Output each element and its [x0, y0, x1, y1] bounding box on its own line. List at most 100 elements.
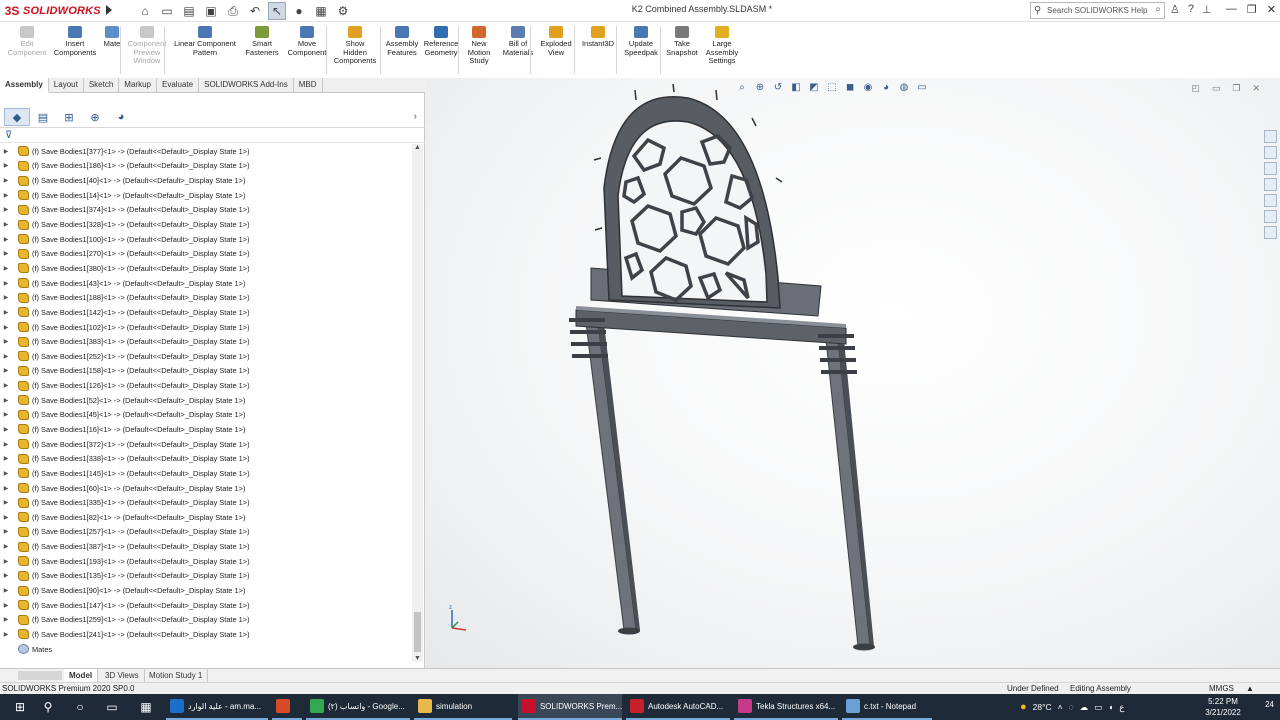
expand-arrow-icon[interactable]: ▶	[0, 148, 12, 155]
taskbar-app-1[interactable]	[272, 694, 302, 720]
command-tab-1[interactable]: Layout	[49, 78, 84, 93]
expand-arrow-icon[interactable]: ▶	[0, 485, 12, 492]
network-icon[interactable]: ◌	[1069, 702, 1074, 712]
tree-item[interactable]: ▶ (f) Save Bodies1[328]<1> -> (Default<<D…	[0, 217, 411, 232]
tray-expand-icon[interactable]: ˄	[1058, 702, 1063, 712]
tree-item[interactable]: ▶ (f) Save Bodies1[259]<1> -> (Default<<D…	[0, 613, 411, 628]
command-tab-3[interactable]: Markup	[119, 78, 157, 93]
tree-item[interactable]: ▶ (f) Save Bodies1[45]<1> -> (Default<<De…	[0, 408, 411, 423]
command-tab-4[interactable]: Evaluate	[157, 78, 200, 93]
expand-arrow-icon[interactable]: ▶	[0, 338, 12, 345]
units-arrow-icon[interactable]: ▲	[1246, 684, 1254, 693]
expand-arrow-icon[interactable]: ▶	[0, 602, 12, 609]
expand-arrow-icon[interactable]: ▶	[0, 206, 12, 213]
restore-icon[interactable]: ❐	[1247, 3, 1257, 16]
taskbar-app-0[interactable]: علية الوارد - am.ma...	[166, 694, 268, 720]
expand-arrow-icon[interactable]: ▶	[0, 411, 12, 418]
expand-arrow-icon[interactable]: ▶	[0, 470, 12, 477]
help-icon[interactable]: ?	[1188, 3, 1194, 16]
tree-item[interactable]: ▶ (f) Save Bodies1[147]<1> -> (Default<<D…	[0, 598, 411, 613]
pin-icon[interactable]: ⊥	[1202, 3, 1212, 16]
tree-item[interactable]: ▶ (f) Save Bodies1[60]<1> -> (Default<<De…	[0, 481, 411, 496]
expand-arrow-icon[interactable]: ▶	[0, 250, 12, 257]
tree-item[interactable]: ▶ (f) Save Bodies1[158]<1> -> (Default<<D…	[0, 364, 411, 379]
expand-arrow-icon[interactable]: ▶	[0, 616, 12, 623]
tree-item[interactable]: ▶ (f) Save Bodies1[383]<1> -> (Default<<D…	[0, 334, 411, 349]
bottom-tab-1[interactable]: 3D Views	[100, 669, 145, 682]
tree-item[interactable]: ▶ (f) Save Bodies1[338]<1> -> (Default<<D…	[0, 451, 411, 466]
tree-item[interactable]: ▶ (f) Save Bodies1[90]<1> -> (Default<<De…	[0, 583, 411, 598]
graphics-area[interactable]: ⌕ ⊕ ↺ ◧ ◩ ⬚ ◼ ◉ ◕ ◍ ▭ ◰ ▭ ❐ ✕ z	[426, 78, 1280, 668]
units-selector[interactable]: MMGS	[1209, 684, 1234, 693]
expand-arrow-icon[interactable]: ▶	[0, 543, 12, 550]
expand-arrow-icon[interactable]: ▶	[0, 631, 12, 638]
search-help-input[interactable]: ⚲ Search SOLIDWORKS Help ⌕	[1030, 2, 1165, 19]
close-icon[interactable]: ✕	[1267, 3, 1276, 16]
cmd-button-6[interactable]: Move Component	[284, 26, 330, 57]
tree-item[interactable]: ▶ (f) Save Bodies1[16]<1> -> (Default<<De…	[0, 422, 411, 437]
tree-item[interactable]: ▶ (f) Save Bodies1[252]<1> -> (Default<<D…	[0, 349, 411, 364]
cmd-button-9[interactable]: Reference Geometry	[420, 26, 462, 57]
expand-arrow-icon[interactable]: ▶	[0, 528, 12, 535]
expand-arrow-icon[interactable]: ▶	[0, 455, 12, 462]
tree-item[interactable]: ▶ (f) Save Bodies1[100]<1> -> (Default<<D…	[0, 232, 411, 247]
tree-item[interactable]: ▶ (f) Save Bodies1[377]<1> -> (Default<<D…	[0, 144, 411, 159]
search-dropdown-icon[interactable]: ⌕	[1155, 4, 1161, 15]
cmd-button-13[interactable]: Instant3D	[580, 26, 616, 49]
tree-item[interactable]: ▶ (f) Save Bodies1[186]<1> -> (Default<<D…	[0, 159, 411, 174]
tree-item[interactable]: ▶ (f) Save Bodies1[387]<1> -> (Default<<D…	[0, 539, 411, 554]
tree-scrollbar[interactable]: ▲ ▼	[412, 144, 423, 662]
expand-arrow-icon[interactable]: ▶	[0, 367, 12, 374]
configuration-tab-icon[interactable]: ⊞	[56, 108, 82, 126]
expand-arrow-icon[interactable]: ▶	[0, 572, 12, 579]
command-tab-2[interactable]: Sketch	[84, 78, 120, 93]
command-tab-5[interactable]: SOLIDWORKS Add-Ins	[199, 78, 294, 93]
tree-item[interactable]: ▶ (f) Save Bodies1[145]<1> -> (Default<<D…	[0, 466, 411, 481]
notification-badge[interactable]: 24	[1265, 700, 1274, 709]
command-tab-0[interactable]: Assembly	[0, 78, 49, 93]
clock[interactable]: 5:22 PM 3/21/2022	[1196, 696, 1250, 718]
tree-item[interactable]: ▶ (f) Save Bodies1[374]<1> -> (Default<<D…	[0, 203, 411, 218]
tree-item[interactable]: ▶ (f) Save Bodies1[380]<1> -> (Default<<D…	[0, 261, 411, 276]
tree-item[interactable]: ▶ (f) Save Bodies1[193]<1> -> (Default<<D…	[0, 554, 411, 569]
scroll-up-icon[interactable]: ▲	[414, 144, 421, 151]
tree-item-mates[interactable]: Mates	[0, 642, 411, 657]
expand-arrow-icon[interactable]: ▶	[0, 177, 12, 184]
expand-arrow-icon[interactable]: ▶	[0, 499, 12, 506]
chevron-right-icon[interactable]: ›	[414, 111, 417, 122]
tree-item[interactable]: ▶ (f) Save Bodies1[43]<1> -> (Default<<De…	[0, 276, 411, 291]
user-icon[interactable]: ♙	[1170, 3, 1180, 16]
taskbar-app-4[interactable]: SOLIDWORKS Prem...	[518, 694, 622, 720]
expand-arrow-icon[interactable]: ▶	[0, 426, 12, 433]
expand-arrow-icon[interactable]: ▶	[0, 162, 12, 169]
onedrive-icon[interactable]: ☁	[1080, 702, 1089, 713]
tree-item[interactable]: ▶ (f) Save Bodies1[335]<1> -> (Default<<D…	[0, 495, 411, 510]
expand-arrow-icon[interactable]: ▶	[0, 236, 12, 243]
cmd-button-5[interactable]: Smart Fasteners	[240, 26, 284, 57]
tree-item[interactable]: ▶ (f) Save Bodies1[52]<1> -> (Default<<De…	[0, 393, 411, 408]
taskbar-app-6[interactable]: Tekla Structures x64...	[734, 694, 838, 720]
task-view-icon[interactable]: ▭	[104, 699, 120, 715]
property-manager-tab-icon[interactable]: ▤	[30, 108, 56, 126]
expand-arrow-icon[interactable]: ▶	[0, 294, 12, 301]
minimize-icon[interactable]: —	[1226, 3, 1237, 16]
filter-icon[interactable]: ⊽	[5, 130, 12, 141]
tree-item[interactable]: ▶ (f) Save Bodies1[270]<1> -> (Default<<D…	[0, 246, 411, 261]
calculator-icon[interactable]: ▦	[138, 699, 154, 715]
tree-item[interactable]: ▶ (f) Save Bodies1[14]<1> -> (Default<<De…	[0, 188, 411, 203]
expand-arrow-icon[interactable]: ▶	[0, 309, 12, 316]
tab-scroll-controls[interactable]	[18, 671, 62, 680]
windows-start-icon[interactable]: ⊞	[12, 699, 28, 715]
expand-arrow-icon[interactable]: ▶	[0, 353, 12, 360]
tree-item[interactable]: ▶ (f) Save Bodies1[257]<1> -> (Default<<D…	[0, 525, 411, 540]
battery-icon[interactable]: ▭	[1094, 702, 1102, 713]
cmd-button-16[interactable]: Large Assembly Settings	[702, 26, 742, 66]
expand-arrow-icon[interactable]: ▶	[0, 514, 12, 521]
assembly-model[interactable]	[426, 78, 1280, 668]
expand-arrow-icon[interactable]: ▶	[0, 587, 12, 594]
expand-arrow-icon[interactable]: ▶	[0, 221, 12, 228]
cmd-button-12[interactable]: Exploded View	[536, 26, 576, 57]
cortana-icon[interactable]: ○	[72, 699, 88, 715]
scroll-down-icon[interactable]: ▼	[414, 655, 421, 662]
taskbar-app-7[interactable]: c.txt - Notepad	[842, 694, 932, 720]
